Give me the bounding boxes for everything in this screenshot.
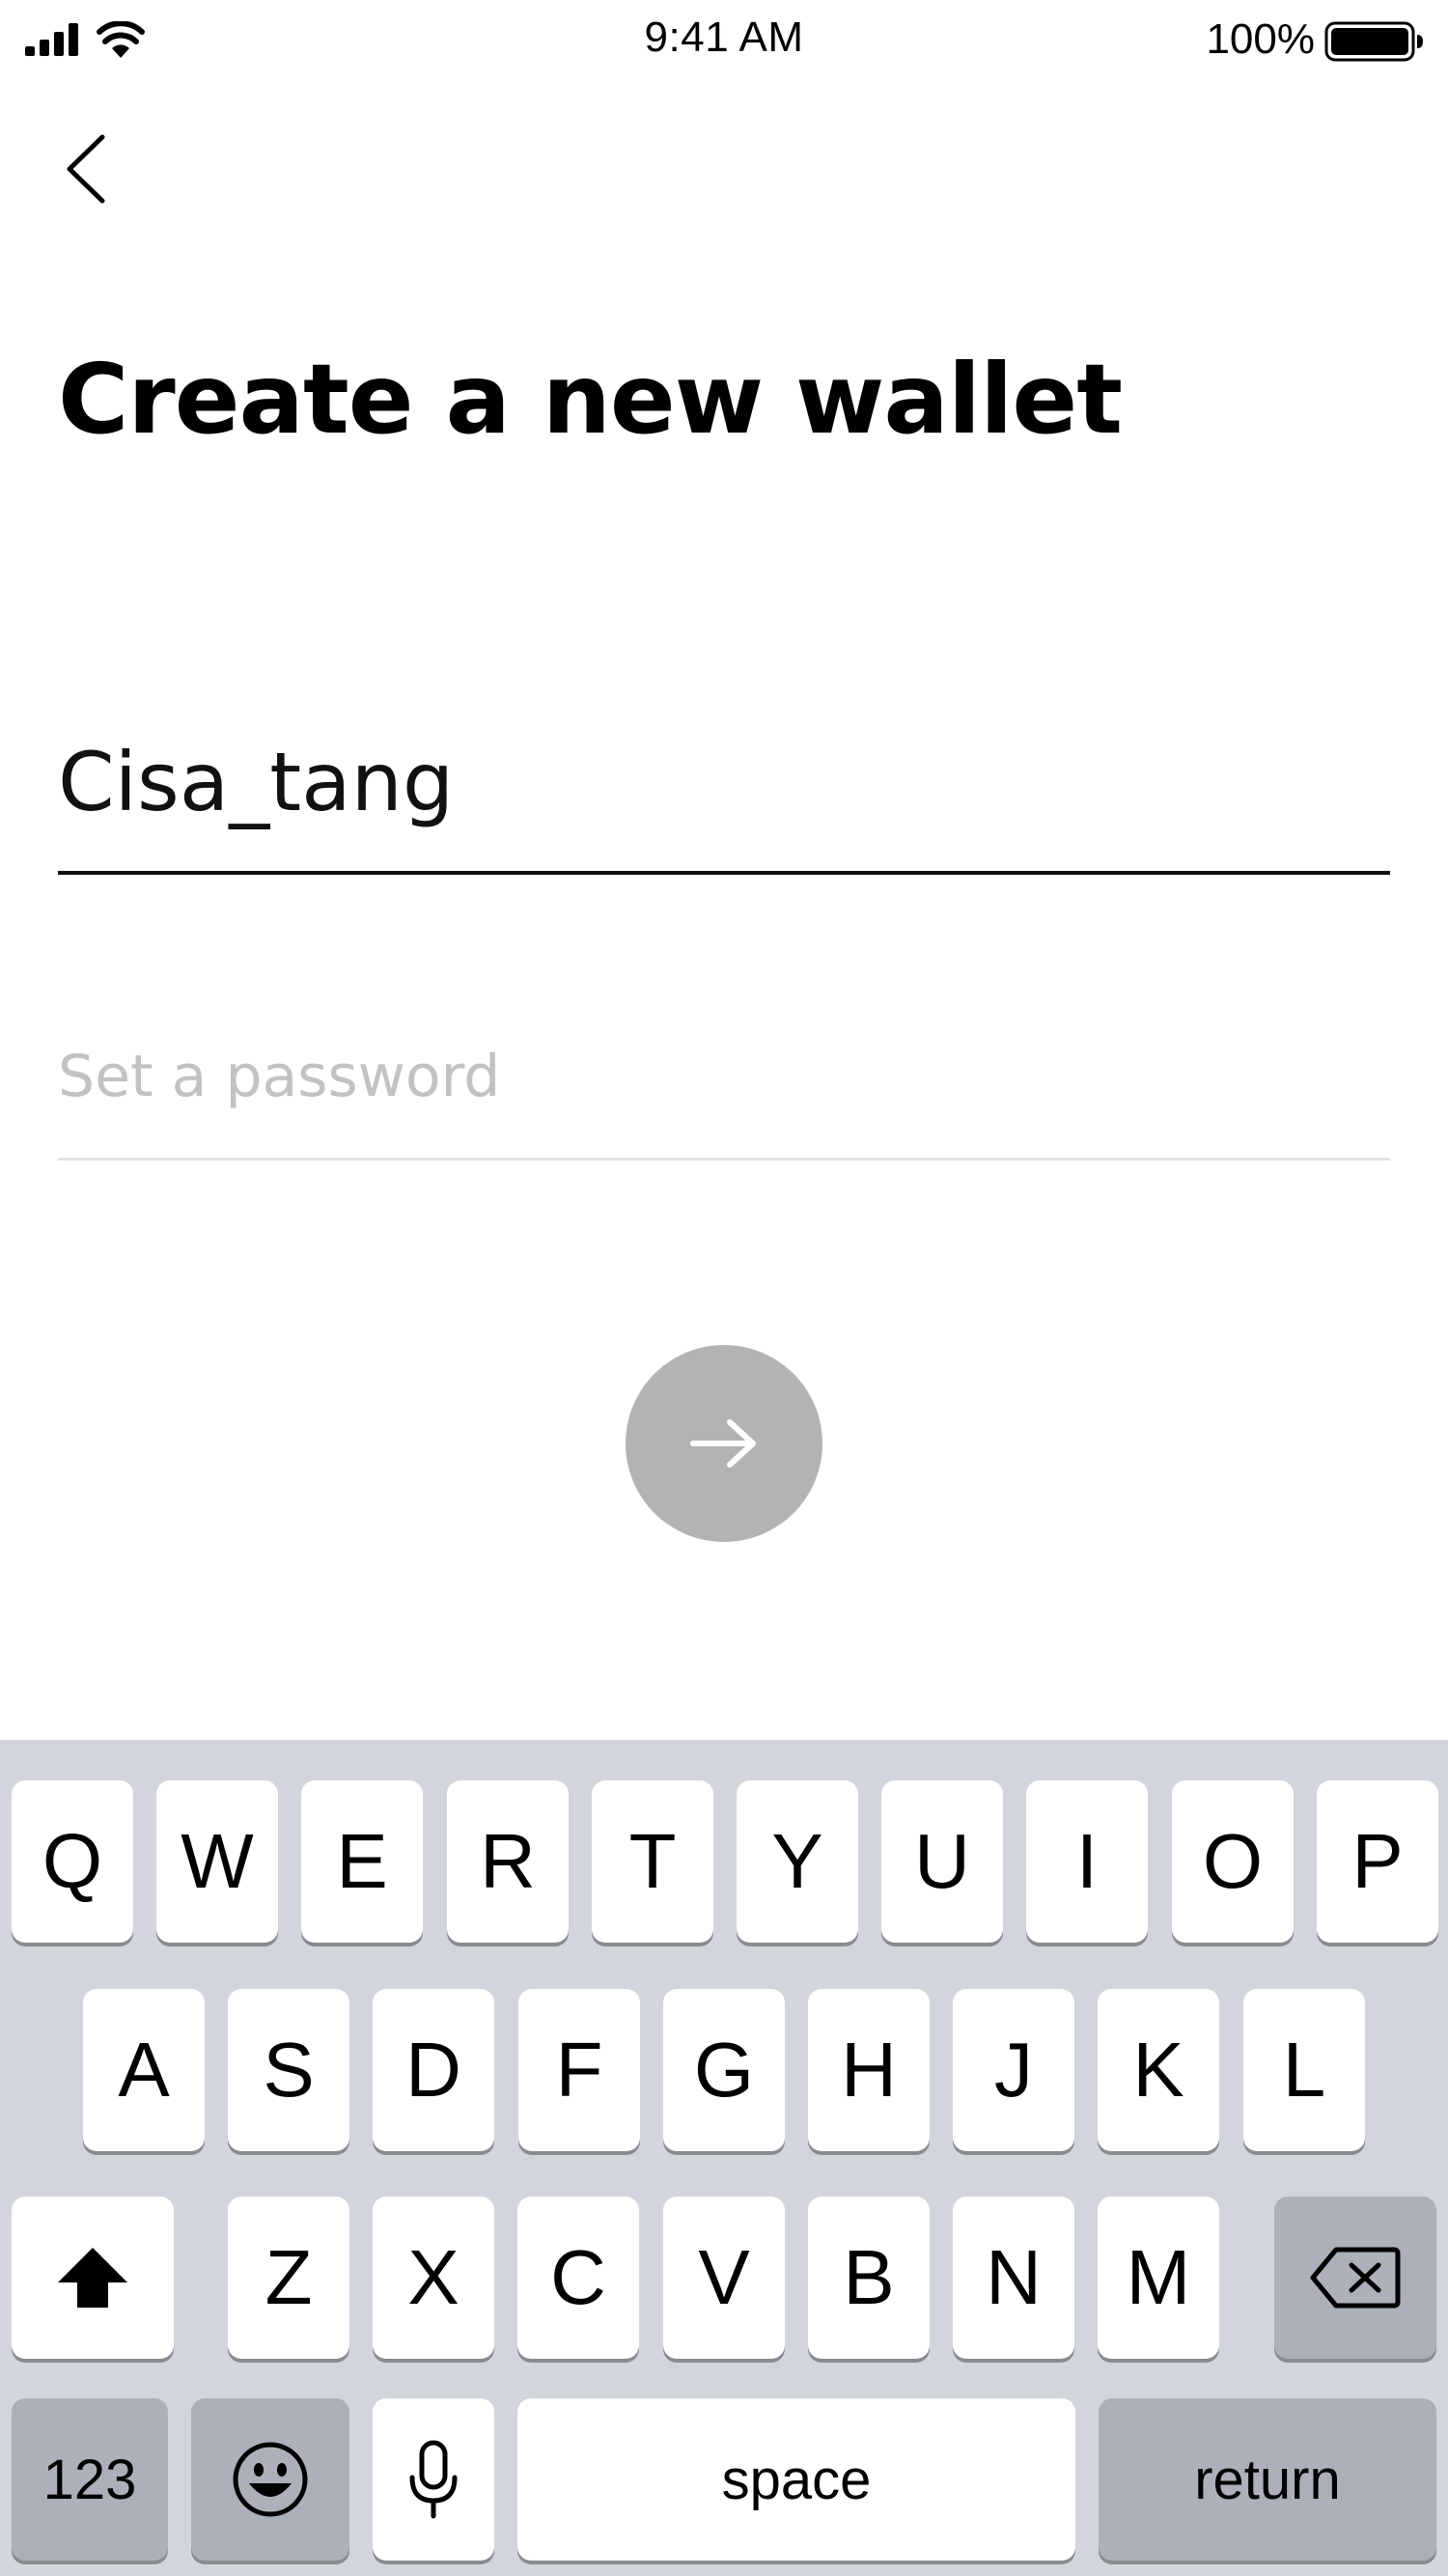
key-y[interactable]: Y [737,1780,858,1943]
key-s[interactable]: S [228,1989,349,2151]
screen: 9:41 AM 100% Create a new wallet QWERTYU… [0,0,1448,2576]
battery-percentage: 100% [1206,15,1315,63]
key-e[interactable]: E [301,1780,423,1943]
shift-arrow-icon [58,2248,127,2308]
key-h[interactable]: H [808,1989,930,2151]
key-x[interactable]: X [373,2197,494,2359]
key-l[interactable]: L [1243,1989,1365,2151]
key-j[interactable]: J [953,1989,1074,2151]
password-input[interactable] [58,1038,1390,1115]
wallet-name-input[interactable] [58,729,1390,835]
page-title: Create a new wallet [58,343,1123,456]
backspace-icon [1310,2247,1401,2309]
shift-key[interactable] [12,2197,174,2359]
key-n[interactable]: N [953,2197,1074,2359]
key-m[interactable]: M [1098,2197,1219,2359]
space-key[interactable]: space [517,2398,1075,2561]
key-b[interactable]: B [808,2197,930,2359]
keyboard: QWERTYUIOP ASDFGHJKL ZXCVBNM 123 space ret… [0,1740,1448,2576]
key-p[interactable]: P [1317,1780,1438,1943]
battery-icon [1324,21,1423,62]
delete-key[interactable] [1274,2197,1436,2359]
key-r[interactable]: R [447,1780,569,1943]
key-v[interactable]: V [663,2197,785,2359]
password-underline [58,1158,1390,1161]
key-u[interactable]: U [881,1780,1003,1943]
wallet-name-underline [58,871,1390,875]
microphone-icon [409,2440,458,2519]
dictation-key[interactable] [373,2398,494,2561]
back-button[interactable] [48,126,125,212]
next-button[interactable] [626,1345,822,1542]
emoji-key[interactable] [191,2398,349,2561]
status-bar: 9:41 AM 100% [0,0,1448,79]
key-w[interactable]: W [156,1780,278,1943]
key-z[interactable]: Z [228,2197,349,2359]
arrow-right-icon [690,1419,756,1468]
numbers-key[interactable]: 123 [12,2398,168,2561]
key-d[interactable]: D [373,1989,494,2151]
key-c[interactable]: C [517,2197,639,2359]
key-f[interactable]: F [518,1989,640,2151]
chevron-left-icon [67,134,105,204]
key-a[interactable]: A [83,1989,205,2151]
return-key[interactable]: return [1099,2398,1436,2561]
key-g[interactable]: G [663,1989,785,2151]
key-q[interactable]: Q [12,1780,133,1943]
key-i[interactable]: I [1026,1780,1148,1943]
key-o[interactable]: O [1172,1780,1294,1943]
emoji-icon [233,2442,308,2517]
key-k[interactable]: K [1098,1989,1219,2151]
key-t[interactable]: T [592,1780,713,1943]
